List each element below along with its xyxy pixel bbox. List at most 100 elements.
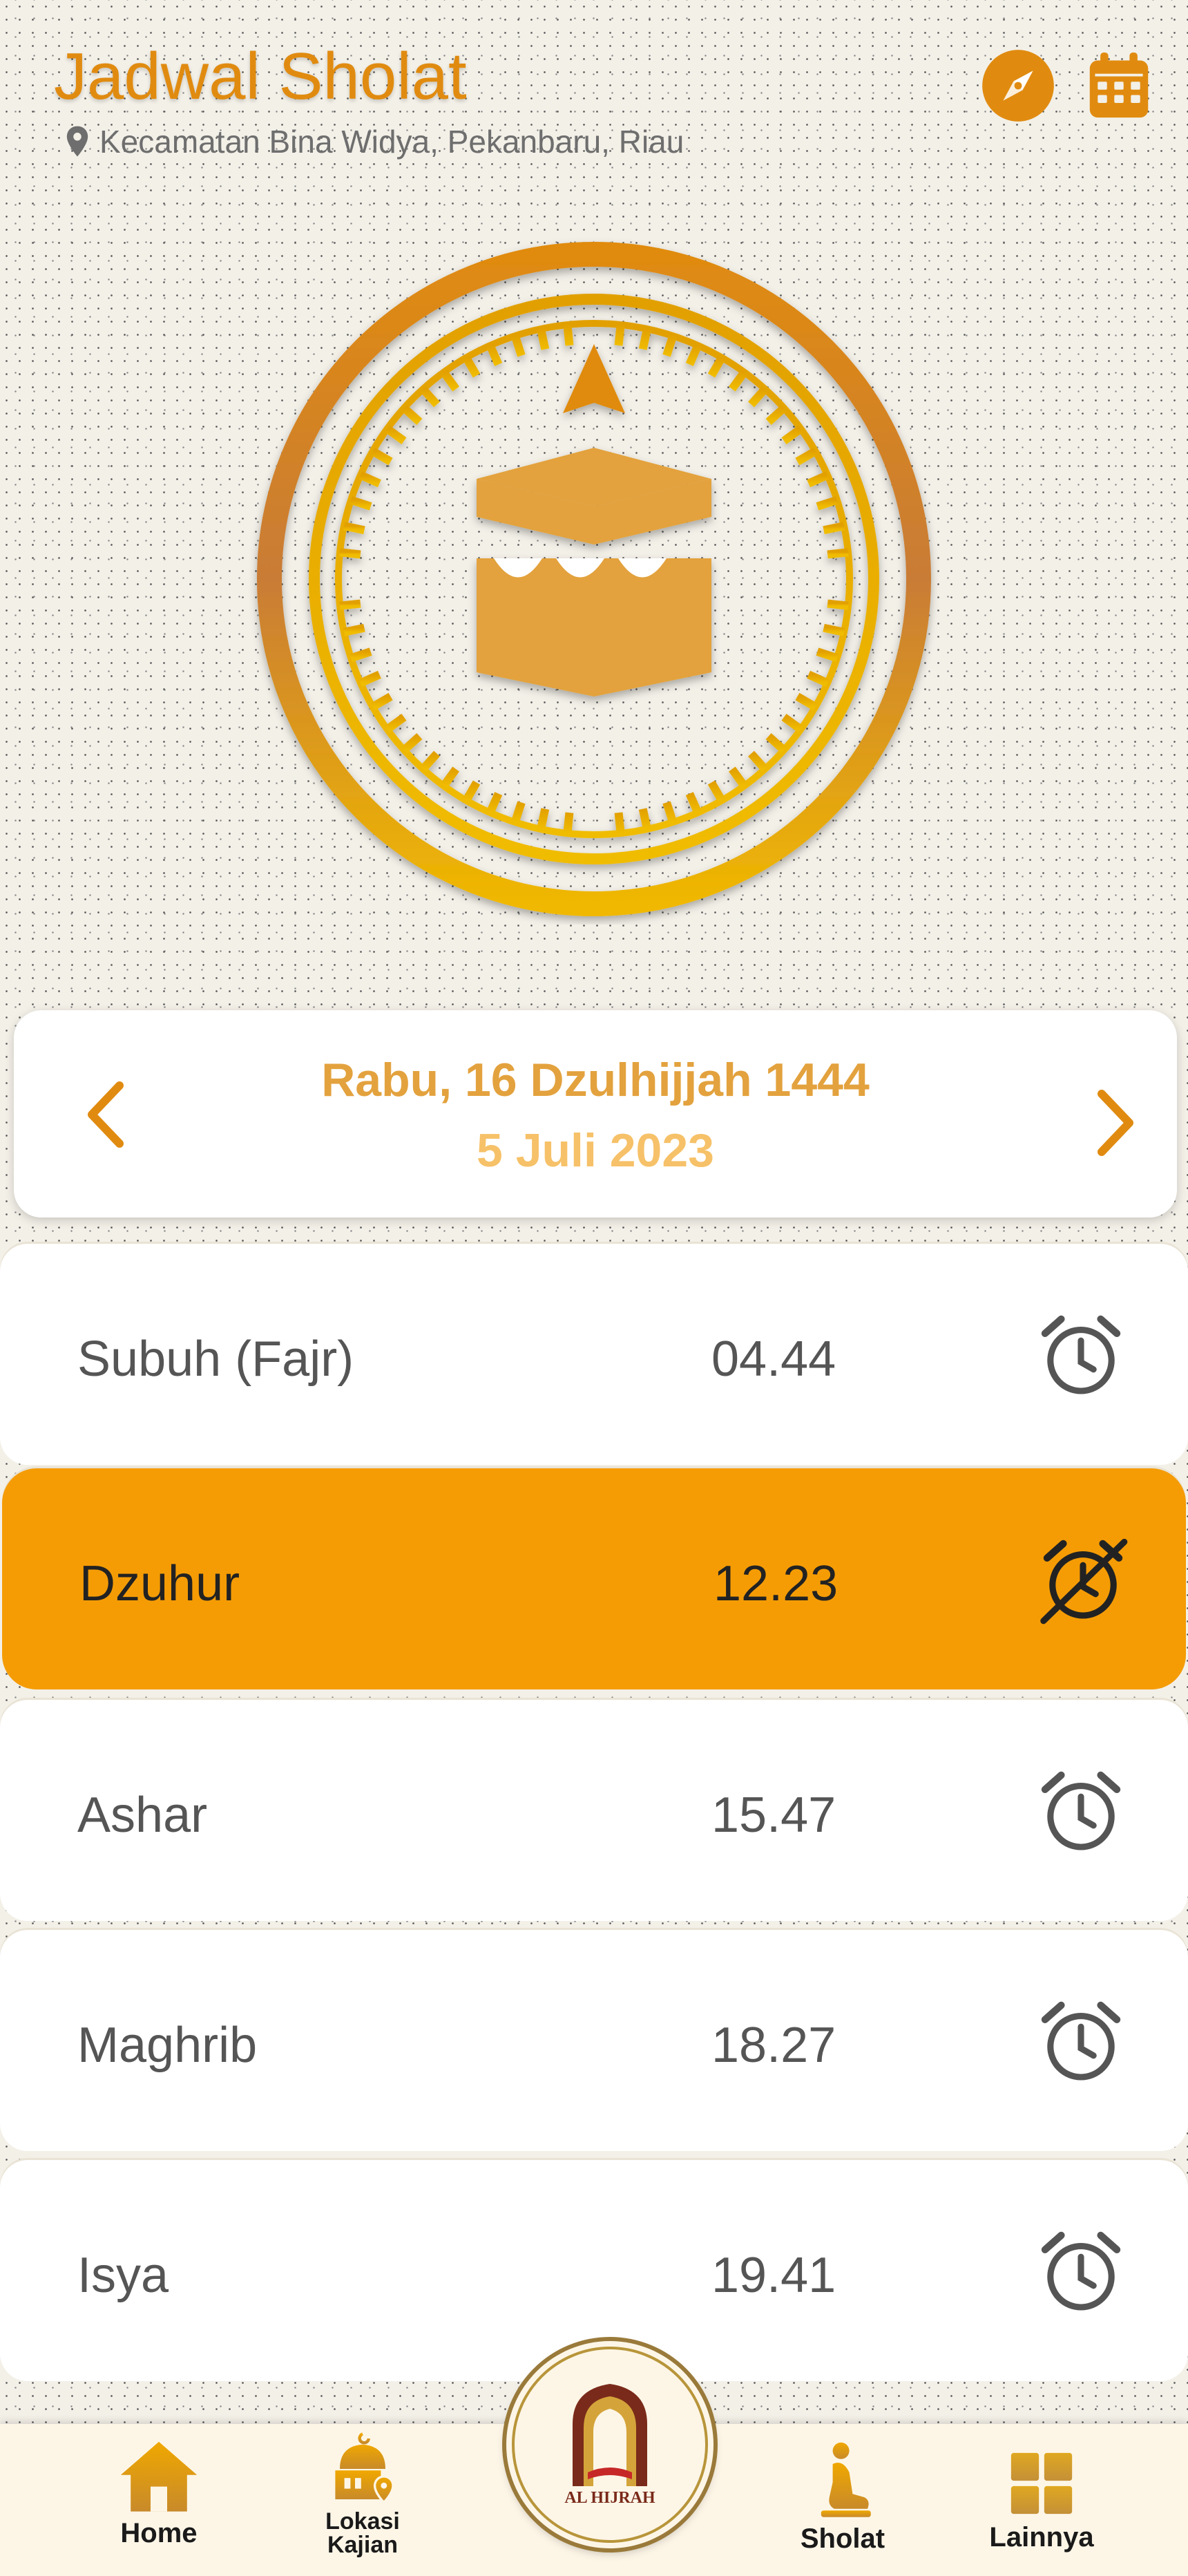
compass-tick — [781, 713, 803, 733]
next-date-button[interactable] — [1077, 1085, 1153, 1161]
location-pin-icon — [66, 126, 88, 157]
compass-tick — [440, 370, 460, 392]
alarm-toggle[interactable] — [1038, 1535, 1128, 1625]
prayer-time: 04.44 — [711, 1332, 836, 1387]
prayer-row-ashar[interactable]: Ashar 15.47 — [0, 1700, 1188, 1921]
compass-tick — [537, 808, 550, 831]
alarm-on-icon — [1041, 1315, 1121, 1394]
al-hijrah-logo: AL HIJRAH — [512, 2347, 708, 2543]
compass-tick — [563, 324, 574, 346]
compass-tick — [401, 404, 423, 425]
compass-tick — [707, 780, 726, 803]
prayer-name: Dzuhur — [79, 1556, 240, 1611]
nav-sholat-label: Sholat — [800, 2523, 885, 2554]
qibla-compass[interactable] — [249, 234, 939, 925]
prayer-time: 19.41 — [711, 2248, 836, 2303]
compass-tick — [638, 808, 651, 831]
nav-home[interactable]: Home — [90, 2424, 228, 2576]
prayer-time: 12.23 — [713, 1556, 839, 1611]
calendar-button[interactable] — [1082, 48, 1156, 123]
kaaba-compass-icon — [257, 242, 931, 916]
alarm-toggle[interactable] — [1036, 1310, 1126, 1400]
hijri-date: Rabu, 16 Dzulhijjah 1444 — [321, 1054, 870, 1106]
compass-tick — [563, 812, 574, 834]
nav-lokasi-label: Lokasi Kajian — [325, 2508, 400, 2558]
compass-tick — [537, 328, 550, 350]
compass-tick — [358, 670, 381, 687]
compass-tick — [662, 801, 678, 824]
gregorian-date: 5 Juli 2023 — [476, 1124, 715, 1177]
praying-person-icon — [821, 2442, 871, 2517]
compass-tick — [385, 425, 407, 445]
alarm-off-icon — [1040, 1538, 1128, 1625]
calendar-icon — [1089, 53, 1149, 118]
prayer-time: 18.27 — [711, 2018, 836, 2073]
compass-tick — [638, 328, 651, 350]
compass-tick — [748, 386, 769, 408]
compass-tick — [827, 548, 849, 559]
compass-tick — [823, 522, 845, 535]
center-logo-button[interactable]: AL HIJRAH — [506, 2341, 713, 2548]
compass-tick — [462, 780, 481, 803]
prayer-row-dzuhur[interactable]: Dzuhur 12.23 — [2, 1468, 1186, 1689]
compass-tick — [486, 792, 503, 815]
compass-tick — [816, 495, 839, 511]
compass-tick — [614, 324, 625, 346]
compass-tick — [339, 548, 361, 559]
compass-button[interactable] — [981, 48, 1055, 123]
compass-tick — [807, 471, 830, 488]
compass-tick — [728, 766, 748, 788]
compass-icon — [982, 50, 1054, 122]
nav-lainnya-label: Lainnya — [989, 2522, 1094, 2553]
compass-tick — [486, 343, 503, 366]
nav-home-label: Home — [120, 2518, 198, 2548]
chevron-right-icon — [1098, 1090, 1133, 1156]
compass-tick — [370, 447, 393, 466]
compass-tick — [765, 733, 787, 754]
location-row: Kecamatan Bina Widya, Pekanbaru, Riau — [64, 123, 684, 160]
nav-lokasi-kajian[interactable]: Lokasi Kajian — [297, 2424, 428, 2576]
nav-lainnya[interactable]: Lainnya — [973, 2424, 1111, 2576]
compass-tick — [795, 447, 818, 466]
compass-tick — [823, 623, 845, 636]
prayer-time: 15.47 — [711, 1788, 836, 1843]
compass-tick — [614, 812, 625, 834]
app-header: Jadwal Sholat Kecamatan Bina Widya, Peka… — [0, 0, 1188, 180]
prayer-row-subuh[interactable]: Subuh (Fajr) 04.44 — [0, 1244, 1188, 1465]
prayer-name: Maghrib — [77, 2018, 258, 2073]
compass-tick — [781, 425, 803, 445]
compass-tick — [748, 750, 769, 772]
prayer-name: Subuh (Fajr) — [77, 1332, 354, 1387]
compass-tick — [419, 386, 440, 408]
compass-tick — [816, 647, 839, 663]
compass-tick — [510, 801, 526, 824]
prayer-row-maghrib[interactable]: Maghrib 18.27 — [0, 1930, 1188, 2151]
compass-tick — [419, 750, 440, 772]
grid-menu-icon — [1010, 2452, 1073, 2515]
compass-tick — [765, 404, 787, 425]
alarm-toggle[interactable] — [1036, 1766, 1126, 1856]
prayer-times-list: Subuh (Fajr) 04.44 Dzuhur 12.23 Ashar 15… — [0, 1244, 1188, 2412]
compass-tick — [662, 334, 678, 357]
compass-tick — [343, 623, 365, 636]
compass-tick — [401, 733, 423, 754]
logo-text: AL HIJRAH — [564, 2489, 655, 2507]
prayer-name: Isya — [77, 2248, 169, 2303]
compass-tick — [795, 692, 818, 711]
compass-tick — [510, 334, 526, 357]
compass-tick — [807, 670, 830, 687]
compass-tick — [462, 355, 481, 378]
nav-sholat[interactable]: Sholat — [774, 2424, 912, 2576]
compass-tick — [685, 792, 702, 815]
page-title: Jadwal Sholat — [54, 39, 467, 113]
alarm-toggle[interactable] — [1036, 2226, 1126, 2316]
compass-tick — [827, 599, 849, 610]
alarm-toggle[interactable] — [1036, 1996, 1126, 2086]
alarm-on-icon — [1041, 2001, 1121, 2081]
date-selector: Rabu, 16 Dzulhijjah 1444 5 Juli 2023 — [14, 1010, 1177, 1218]
compass-tick — [707, 355, 726, 378]
prayer-name: Ashar — [77, 1788, 208, 1843]
compass-tick — [343, 522, 365, 535]
mosque-location-icon — [335, 2432, 394, 2504]
home-icon — [120, 2441, 198, 2512]
